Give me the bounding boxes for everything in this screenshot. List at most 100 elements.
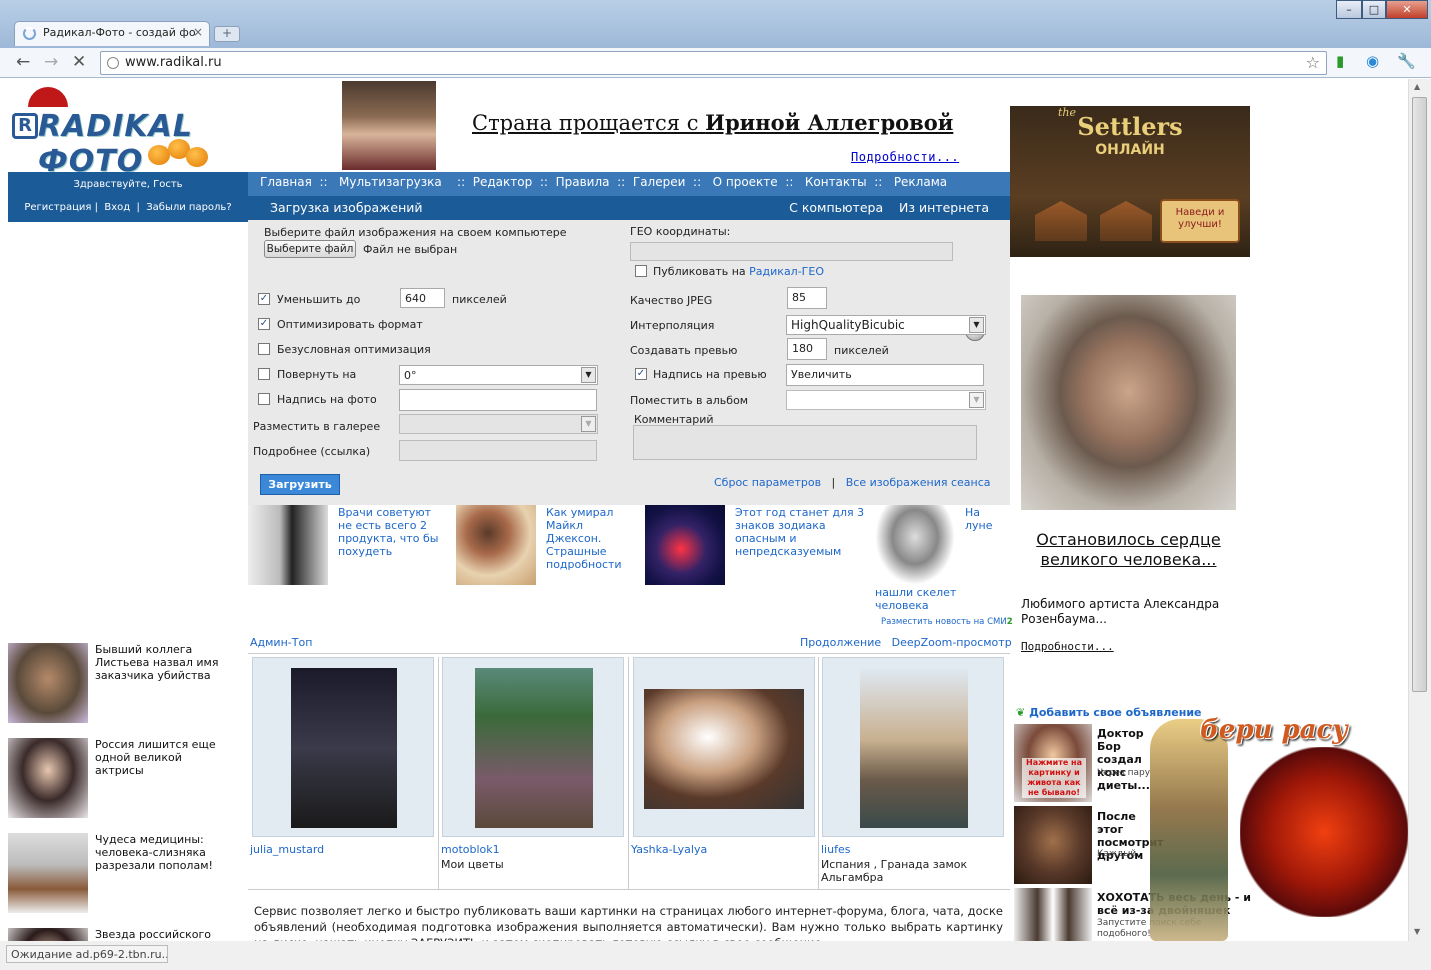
more-link-input[interactable] bbox=[399, 440, 597, 461]
left-news-image[interactable] bbox=[8, 643, 88, 723]
rotate-checkbox[interactable] bbox=[258, 368, 270, 380]
back-icon[interactable]: ← bbox=[16, 53, 30, 71]
gallery-thumb-frame[interactable] bbox=[442, 657, 624, 837]
reduce-checkbox[interactable]: ✓ bbox=[258, 293, 270, 305]
left-news-link[interactable]: Россия лишится еще одной великой актрисы bbox=[95, 738, 225, 777]
nav-galleries[interactable]: Галереи bbox=[633, 175, 686, 189]
game-ad-overlay[interactable]: бери расу bbox=[1140, 707, 1408, 941]
preview-input[interactable]: 180 bbox=[787, 338, 827, 360]
news-link[interactable]: Этот год станет для 3 знаков зодиака опа… bbox=[735, 506, 865, 558]
news-image[interactable] bbox=[456, 505, 536, 585]
radikal-geo-link[interactable]: Радикал-ГЕО bbox=[749, 265, 824, 278]
rosenbaum-photo[interactable] bbox=[1021, 295, 1236, 510]
reduce-input[interactable]: 640 bbox=[400, 288, 445, 308]
place-news-link[interactable]: Разместить новость на СМИ2 bbox=[881, 617, 1013, 627]
left-news-image[interactable] bbox=[8, 928, 88, 941]
scroll-up-icon[interactable]: ▲ bbox=[1414, 82, 1420, 91]
nav-home[interactable]: Главная bbox=[260, 175, 312, 189]
news-link[interactable]: Как умирал Майкл Джексон. Страшные подро… bbox=[546, 506, 626, 571]
settlers-ad[interactable]: the Settlers ОНЛАЙН Наведи и улучши! bbox=[1010, 106, 1250, 257]
gallery-thumb-frame[interactable] bbox=[633, 657, 815, 837]
gallery-thumb-frame[interactable] bbox=[822, 657, 1004, 837]
choose-file-button[interactable]: Выберите файл bbox=[264, 240, 356, 258]
caption-input[interactable] bbox=[399, 389, 597, 411]
optimize-checkbox[interactable]: ✓ bbox=[258, 318, 270, 330]
wrench-icon[interactable]: 🔧 bbox=[1397, 52, 1416, 70]
nav-editor[interactable]: Редактор bbox=[473, 175, 532, 189]
left-news-link[interactable]: Чудеса медицины: человека-слизняка разре… bbox=[95, 833, 225, 872]
scrollbar-thumb[interactable] bbox=[1412, 97, 1427, 692]
nav-contacts[interactable]: Контакты bbox=[805, 175, 867, 189]
radikal-logo[interactable]: R RADIKAL ФОТО bbox=[8, 87, 248, 179]
register-link[interactable]: Регистрация bbox=[24, 202, 91, 213]
rotate-select[interactable]: 0° ▼ bbox=[399, 365, 598, 385]
forgot-password-link[interactable]: Забыли пароль? bbox=[146, 202, 231, 213]
left-news-image[interactable] bbox=[8, 833, 88, 913]
caption-checkbox[interactable] bbox=[258, 393, 270, 405]
left-news-link[interactable]: Звезда российского bbox=[95, 928, 225, 941]
gallery-thumb[interactable] bbox=[475, 668, 593, 828]
gallery-user-link[interactable]: Yashka-Lyalya bbox=[631, 843, 707, 856]
gallery-thumb-frame[interactable] bbox=[252, 657, 434, 837]
stats-icon[interactable]: ▮ bbox=[1336, 52, 1344, 70]
gallery-thumb[interactable] bbox=[644, 689, 804, 809]
ad-image[interactable] bbox=[1014, 806, 1092, 884]
tab-radikal[interactable]: Радикал-Фото - создай фо × bbox=[14, 21, 210, 46]
bookmark-star-icon[interactable]: ☆ bbox=[1306, 53, 1320, 72]
nav-rules[interactable]: Правила bbox=[556, 175, 610, 189]
admin-top-link[interactable]: Админ-Топ bbox=[250, 636, 312, 649]
address-bar[interactable]: www.radikal.ru ☆ bbox=[100, 51, 1327, 75]
nav-about[interactable]: О проекте bbox=[713, 175, 778, 189]
news-link[interactable]: нашли скелет человека bbox=[875, 586, 965, 612]
rosenbaum-headline[interactable]: Остановилось сердце великого человека... bbox=[1021, 530, 1236, 570]
all-images-link[interactable]: Все изображения сеанса bbox=[846, 476, 991, 489]
allegrova-photo[interactable] bbox=[342, 81, 436, 170]
stop-icon[interactable]: ✕ bbox=[72, 53, 86, 71]
deepzoom-link[interactable]: DeepZoom-просмотр bbox=[892, 636, 1012, 649]
upload-button[interactable]: Загрузить bbox=[260, 474, 340, 495]
tab-from-internet[interactable]: Из интернета bbox=[899, 200, 989, 215]
login-link[interactable]: Вход bbox=[104, 202, 130, 213]
scroll-down-icon[interactable]: ▼ bbox=[1414, 927, 1420, 936]
left-news-image[interactable] bbox=[8, 738, 88, 818]
ad-image[interactable] bbox=[1014, 888, 1092, 941]
reset-link[interactable]: Сброс параметров bbox=[714, 476, 821, 489]
new-tab-button[interactable]: + bbox=[214, 26, 240, 42]
minimize-button[interactable]: – bbox=[1336, 0, 1362, 19]
geo-publish-checkbox[interactable] bbox=[635, 265, 647, 277]
ad-image[interactable]: Нажмите на картинку и живота как не быва… bbox=[1014, 724, 1092, 802]
jpeg-input[interactable]: 85 bbox=[787, 287, 827, 309]
tab-from-computer[interactable]: С компьютера bbox=[789, 200, 883, 215]
news-link[interactable]: Врачи советуют не есть всего 2 продукта,… bbox=[338, 506, 444, 558]
news-image[interactable] bbox=[248, 505, 328, 585]
nav-ads[interactable]: Реклама bbox=[894, 175, 947, 189]
news-image[interactable] bbox=[645, 505, 725, 585]
vertical-scrollbar[interactable]: ▲ ▼ bbox=[1408, 79, 1431, 941]
nav-multiupload[interactable]: Мультизагрузка bbox=[339, 175, 442, 189]
gallery-user-link[interactable]: motoblok1 bbox=[441, 843, 500, 856]
close-window-button[interactable]: ✕ bbox=[1386, 0, 1428, 19]
preview-caption-input[interactable]: Увеличить bbox=[786, 364, 984, 386]
force-optimize-checkbox[interactable] bbox=[258, 343, 270, 355]
preview-caption-checkbox[interactable]: ✓ bbox=[635, 368, 647, 380]
gallery-select[interactable]: ▼ bbox=[399, 414, 598, 434]
left-news-link[interactable]: Бывший коллега Листьева назвал имя заказ… bbox=[95, 643, 225, 682]
news-image[interactable] bbox=[875, 505, 955, 585]
interp-select[interactable]: HighQualityBicubic ▼ bbox=[786, 315, 986, 335]
news-link[interactable]: На луне bbox=[965, 506, 1005, 532]
tab-close-icon[interactable]: × bbox=[193, 25, 203, 39]
banner-more-link[interactable]: Подробности... bbox=[851, 150, 959, 164]
continue-link[interactable]: Продолжение bbox=[800, 636, 881, 649]
album-select[interactable]: ▼ bbox=[786, 390, 986, 410]
skype-icon[interactable]: ◉ bbox=[1366, 52, 1379, 70]
rosenbaum-more-link[interactable]: Подробности... bbox=[1021, 640, 1114, 653]
comment-textarea[interactable] bbox=[633, 425, 977, 460]
gallery-thumb[interactable] bbox=[860, 668, 968, 828]
geo-input[interactable] bbox=[630, 242, 953, 261]
gallery-thumb[interactable] bbox=[291, 668, 397, 828]
forward-icon[interactable]: → bbox=[44, 53, 58, 71]
gallery-user-link[interactable]: julia_mustard bbox=[250, 843, 324, 856]
maximize-button[interactable]: □ bbox=[1362, 0, 1386, 19]
banner-headline[interactable]: Страна прощается с Ириной Аллегровой bbox=[472, 110, 953, 135]
gallery-user-link[interactable]: liufes bbox=[821, 843, 850, 856]
